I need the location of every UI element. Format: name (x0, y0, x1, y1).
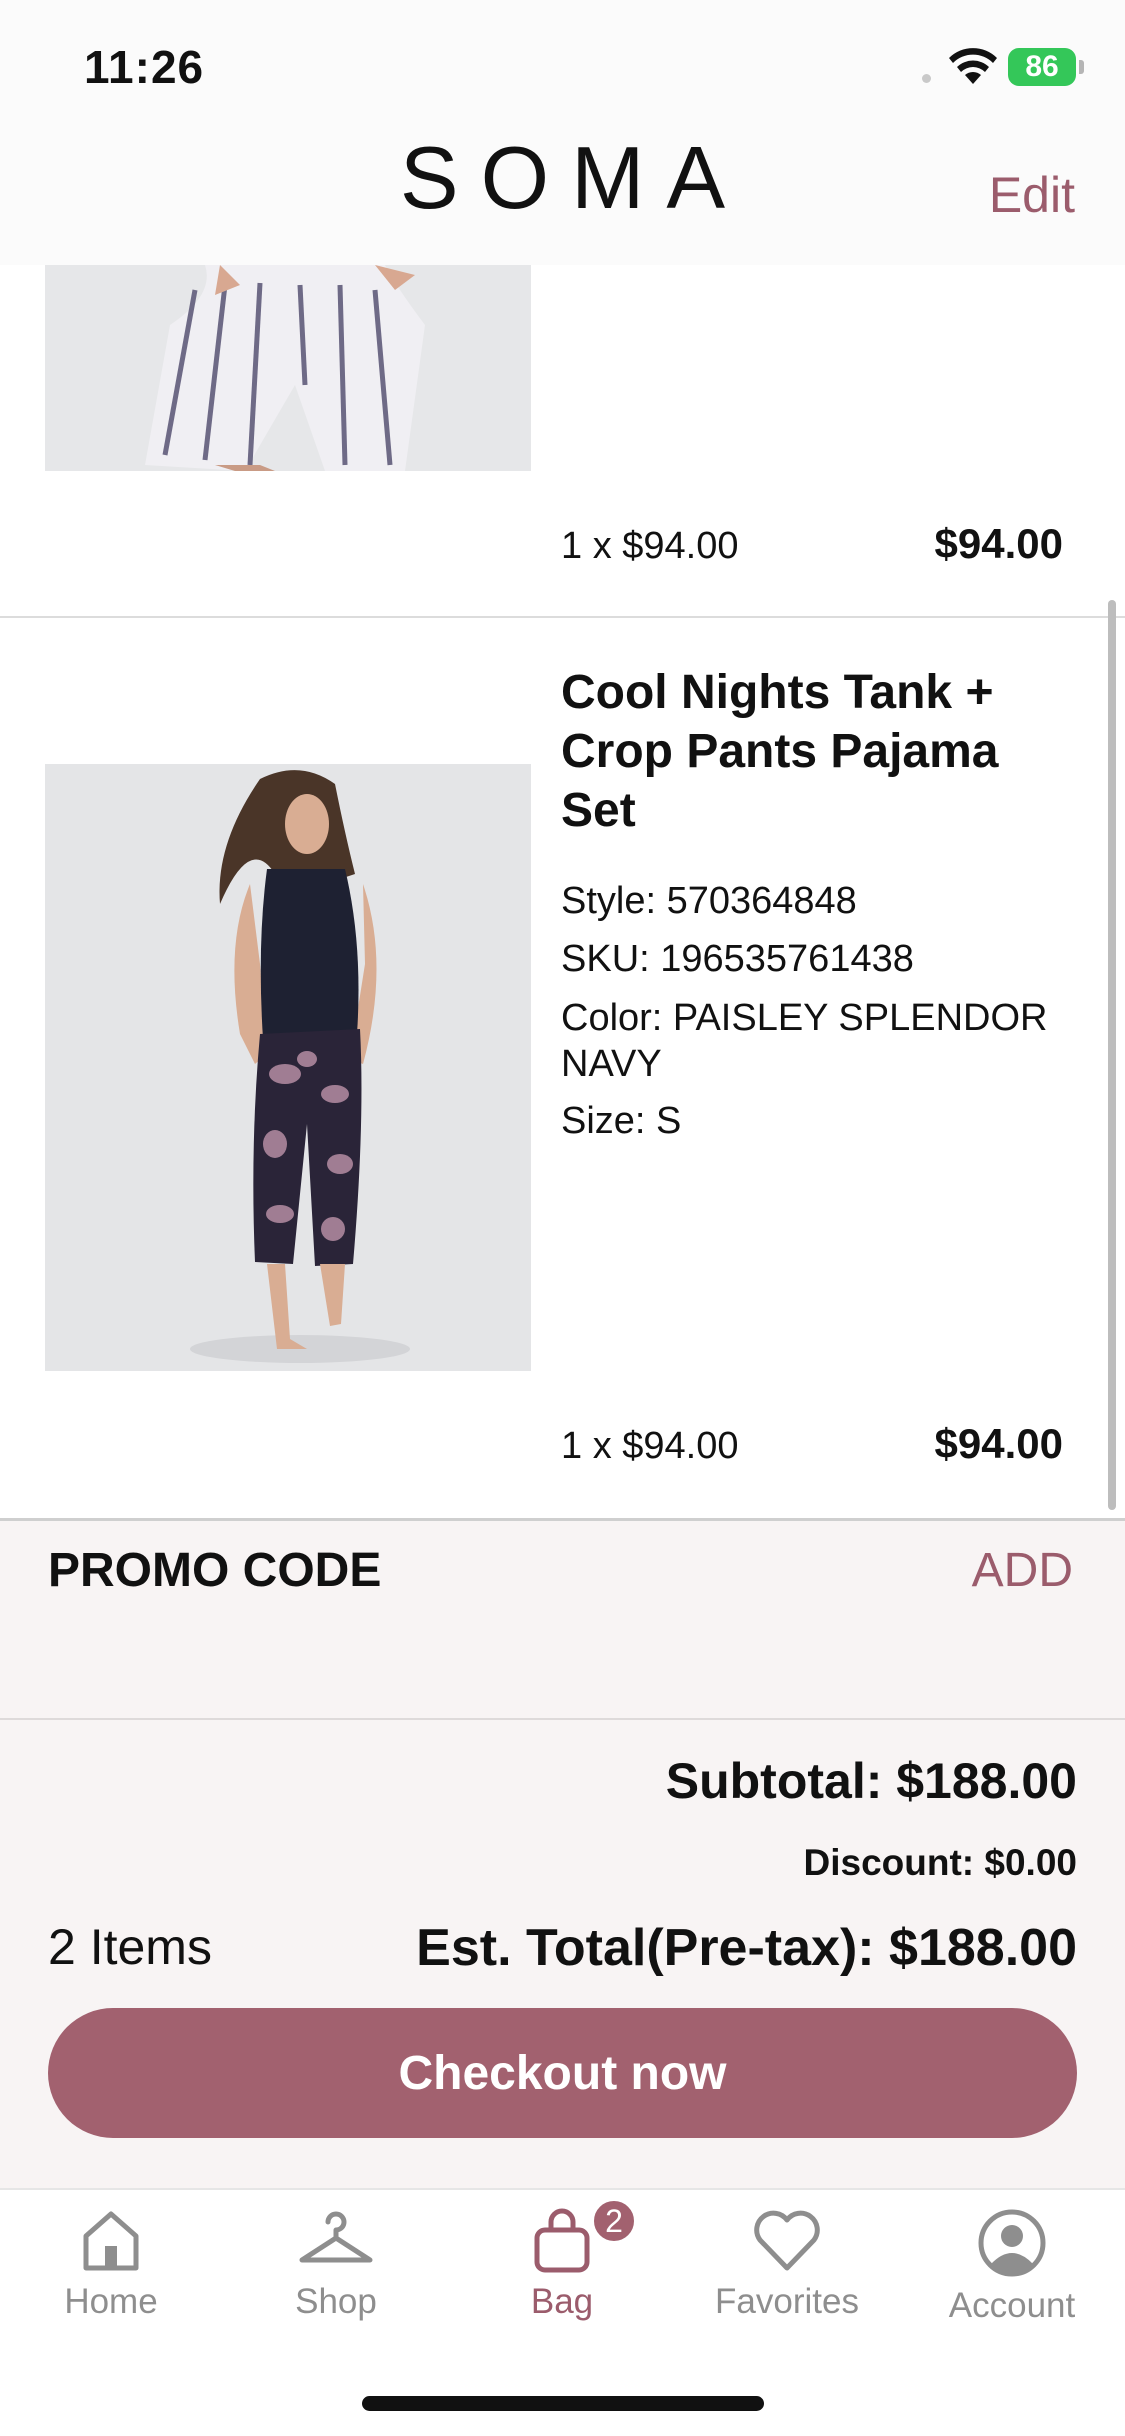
items-count: 2 Items (48, 1919, 212, 1975)
product-size: Size: S (561, 1100, 682, 1142)
tab-shop[interactable]: Shop (236, 2208, 436, 2322)
bag-count-badge: 2 (591, 2198, 637, 2244)
tab-home-label: Home (64, 2282, 158, 2321)
tab-bag-label: Bag (530, 2282, 594, 2321)
wifi-icon (949, 48, 997, 84)
promo-code-label: PROMO CODE (48, 1544, 382, 1597)
product-style: Style: 570364848 (561, 880, 857, 922)
heart-icon (754, 2210, 820, 2271)
item-total-price: $94.00 (934, 1420, 1063, 1467)
item-divider (0, 616, 1125, 618)
home-indicator[interactable] (362, 2396, 764, 2411)
tab-account-label: Account (948, 2286, 1076, 2325)
estimated-total: Est. Total(Pre-tax): $188.00 (416, 1919, 1077, 1977)
tab-favorites-label: Favorites (715, 2282, 859, 2321)
product-title[interactable]: Cool Nights Tank + Crop Pants Pajama Set (561, 663, 1081, 840)
item-qty-price: 1 x $94.00 (561, 1425, 739, 1467)
add-promo-button[interactable]: ADD (972, 1543, 1073, 1598)
status-dot (922, 74, 931, 83)
checkout-button[interactable]: Checkout now (48, 2008, 1077, 2138)
product-image-pajama-set[interactable] (45, 764, 531, 1371)
tab-shop-label: Shop (295, 2282, 377, 2321)
scrollbar[interactable] (1108, 600, 1116, 1510)
item-total-price: $94.00 (934, 520, 1063, 567)
app-header: SOMA Edit (0, 130, 1125, 265)
discount: Discount: $0.00 (803, 1842, 1077, 1883)
battery-level: 86 (1025, 50, 1059, 83)
summary-divider (0, 1718, 1125, 1720)
item-qty-price: 1 x $94.00 (561, 525, 739, 567)
home-icon (83, 2211, 139, 2271)
product-sku: SKU: 196535761438 (561, 938, 914, 980)
subtotal: Subtotal: $188.00 (665, 1753, 1077, 1809)
battery-indicator: 86 (1008, 48, 1076, 86)
tab-home[interactable]: Home (11, 2208, 211, 2322)
battery-nub (1079, 60, 1084, 74)
tab-account[interactable]: Account (912, 2208, 1112, 2326)
product-image-striped-shorts[interactable] (45, 265, 531, 471)
hanger-icon (299, 2211, 373, 2263)
status-bar: 11:26 86 (0, 0, 1125, 130)
bag-icon (534, 2208, 590, 2273)
tab-favorites[interactable]: Favorites (687, 2208, 887, 2322)
account-icon (978, 2209, 1046, 2277)
status-time: 11:26 (84, 41, 205, 93)
checkout-button-label: Checkout now (398, 2046, 727, 2100)
product-color: Color: PAISLEY SPLENDOR NAVY (561, 997, 1048, 1085)
soma-logo: SOMA (399, 128, 748, 227)
edit-button[interactable]: Edit (989, 166, 1075, 224)
